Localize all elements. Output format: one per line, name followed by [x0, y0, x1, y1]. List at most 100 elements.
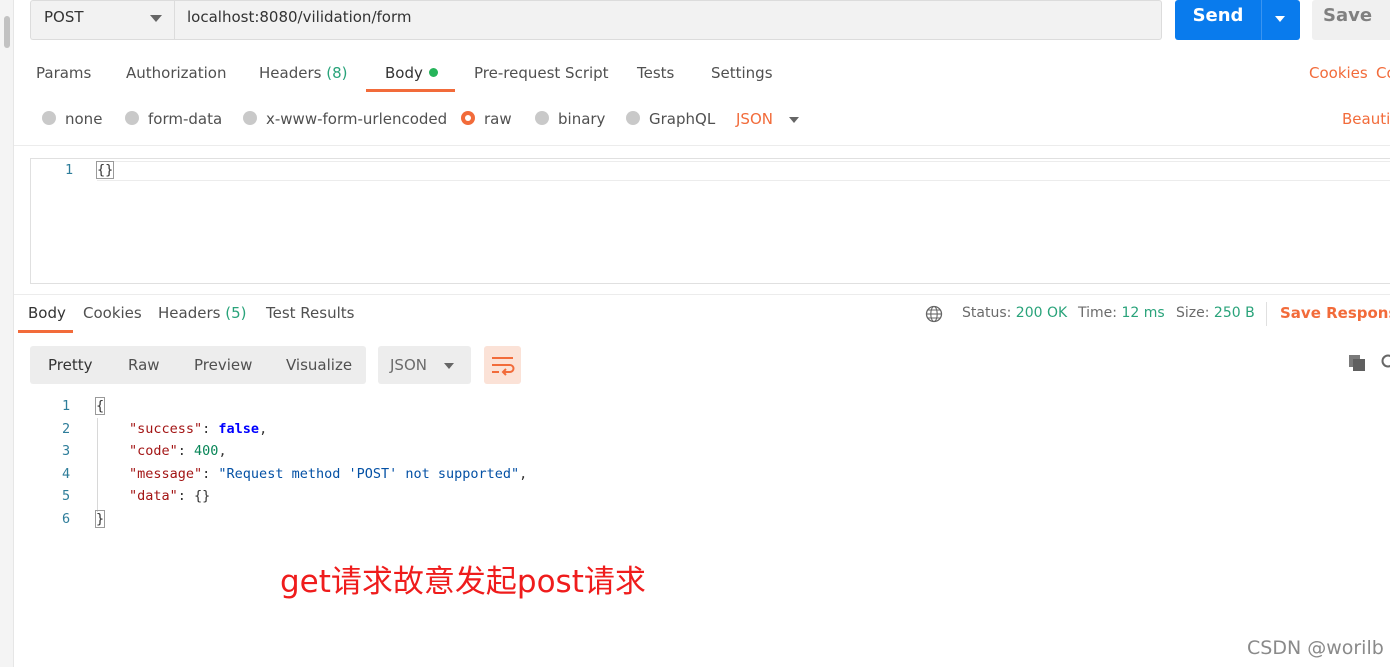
method-label: POST — [44, 8, 84, 26]
json-entry: "code": 400, — [129, 443, 227, 459]
tab-headers-count: (8) — [326, 64, 348, 82]
tab-body[interactable]: Body — [385, 64, 438, 82]
response-tab-headers-count: (5) — [225, 304, 247, 322]
search-icon[interactable] — [1379, 354, 1390, 372]
response-status: Status: 200 OK — [962, 305, 1067, 321]
scroll-thumb[interactable] — [4, 16, 10, 48]
send-options-chevron-icon[interactable] — [1275, 16, 1285, 22]
json-entry: "message": "Request method 'POST' not su… — [129, 466, 528, 482]
tab-params[interactable]: Params — [36, 64, 91, 82]
chevron-down-icon — [150, 15, 162, 22]
copy-icon[interactable] — [1348, 354, 1366, 372]
status-label: Status: — [962, 305, 1012, 321]
response-size: Size: 250 B — [1176, 305, 1255, 321]
radio-selected-icon — [461, 111, 475, 125]
json-open-brace: { — [94, 397, 106, 415]
radio-label: raw — [484, 110, 512, 128]
tab-headers-label: Headers — [259, 64, 322, 82]
request-body-editor[interactable]: 1 {} — [30, 158, 1390, 284]
editor-content[interactable]: {} — [95, 161, 115, 179]
json-value: 400 — [194, 443, 219, 459]
json-key: "data" — [129, 488, 178, 504]
radio-form-data[interactable]: form-data — [125, 110, 222, 130]
line-number: 6 — [62, 511, 71, 527]
left-scrollbar[interactable] — [0, 0, 14, 667]
view-pretty-button[interactable]: Pretty — [48, 356, 93, 374]
size-value: 250 B — [1213, 305, 1255, 321]
response-tab-headers-label: Headers — [158, 304, 221, 322]
response-tab-cookies[interactable]: Cookies — [83, 304, 142, 322]
response-tab-headers[interactable]: Headers (5) — [158, 304, 246, 322]
status-separator — [1266, 302, 1267, 326]
line-number: 2 — [62, 421, 71, 437]
line-number: 1 — [62, 398, 71, 414]
json-key: "code" — [129, 443, 178, 459]
radio-x-www-form-urlencoded[interactable]: x-www-form-urlencoded — [243, 110, 447, 130]
save-button[interactable]: Save — [1312, 0, 1390, 40]
body-format-select[interactable]: JSON — [736, 110, 773, 128]
size-label: Size: — [1176, 305, 1210, 321]
json-value: {} — [194, 488, 211, 504]
view-raw-button[interactable]: Raw — [128, 356, 160, 374]
code-link[interactable]: Co — [1376, 64, 1390, 82]
radio-icon — [535, 111, 549, 125]
response-time: Time: 12 ms — [1078, 305, 1165, 321]
response-tab-test-results[interactable]: Test Results — [266, 304, 354, 322]
radio-icon — [243, 111, 257, 125]
send-divider — [1261, 0, 1262, 40]
status-value: 200 OK — [1015, 305, 1068, 321]
wrap-lines-button[interactable] — [484, 346, 521, 384]
json-entry: "data": {} — [129, 488, 211, 504]
method-select[interactable]: POST — [30, 0, 174, 40]
response-tab-body[interactable]: Body — [28, 304, 66, 322]
tab-tests[interactable]: Tests — [637, 64, 674, 82]
json-close-brace: } — [94, 510, 106, 528]
json-entry: "success": false, — [129, 421, 268, 437]
send-button[interactable]: Send — [1175, 0, 1300, 40]
radio-none[interactable]: none — [42, 110, 102, 130]
radio-icon — [42, 111, 56, 125]
tab-authorization[interactable]: Authorization — [126, 64, 226, 82]
json-value: "Request method 'POST' not supported" — [218, 466, 520, 482]
wrap-lines-icon — [492, 357, 515, 376]
save-response-button[interactable]: Save Response — [1280, 304, 1390, 322]
active-response-tab-indicator — [18, 330, 73, 333]
json-key: "message" — [129, 466, 203, 482]
active-line-highlight — [97, 161, 1390, 181]
send-label: Send — [1192, 5, 1244, 26]
radio-binary[interactable]: binary — [535, 110, 605, 130]
tab-body-label: Body — [385, 64, 423, 82]
beautify-link[interactable]: Beautif — [1342, 110, 1390, 128]
body-modified-dot-icon — [428, 68, 438, 77]
globe-icon[interactable] — [925, 305, 943, 323]
radio-graphql[interactable]: GraphQL — [626, 110, 715, 130]
view-visualize-button[interactable]: Visualize — [286, 356, 352, 374]
radio-icon — [125, 111, 139, 125]
chevron-down-icon — [444, 363, 454, 369]
cookies-link[interactable]: Cookies — [1309, 64, 1368, 82]
chevron-down-icon[interactable] — [789, 117, 799, 123]
tab-pre-request-script[interactable]: Pre-request Script — [474, 64, 609, 82]
radio-raw[interactable]: raw — [461, 110, 512, 130]
line-number: 1 — [65, 162, 74, 178]
line-number: 4 — [62, 466, 71, 482]
json-value: false — [218, 421, 260, 437]
radio-icon — [626, 111, 640, 125]
json-key: "success" — [129, 421, 203, 437]
time-label: Time: — [1078, 305, 1117, 321]
tab-settings[interactable]: Settings — [711, 64, 773, 82]
watermark: CSDN @worilb — [1247, 637, 1384, 659]
view-preview-button[interactable]: Preview — [194, 356, 252, 374]
view-mode-group: Pretty Raw Preview Visualize — [30, 346, 366, 384]
divider — [14, 294, 1390, 295]
response-format-label: JSON — [390, 356, 427, 374]
tab-headers[interactable]: Headers (8) — [259, 64, 347, 82]
radio-label: x-www-form-urlencoded — [266, 110, 448, 128]
radio-label: binary — [558, 110, 606, 128]
url-input[interactable]: localhost:8080/vilidation/form — [174, 0, 1162, 40]
line-number: 5 — [62, 488, 71, 504]
save-label: Save — [1323, 5, 1373, 26]
response-format-select[interactable]: JSON — [378, 346, 471, 384]
radio-label: form-data — [148, 110, 223, 128]
radio-label: none — [65, 110, 103, 128]
